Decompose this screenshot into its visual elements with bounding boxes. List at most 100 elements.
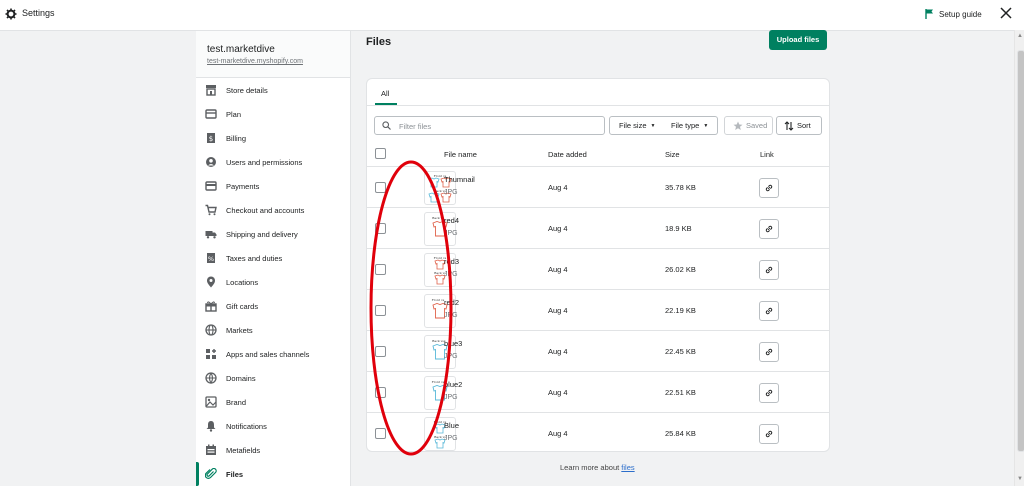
scroll-down-icon[interactable]: ▼ <box>1017 476 1023 482</box>
column-header-link: Link <box>760 150 774 159</box>
sidebar-item-locations[interactable]: Locations <box>196 270 350 294</box>
file-date: Aug 4 <box>548 388 568 397</box>
column-header-date-added[interactable]: Date added <box>548 150 587 159</box>
copy-link-button[interactable] <box>759 383 779 403</box>
file-date: Aug 4 <box>548 306 568 315</box>
sidebar-item-gift-cards[interactable]: Gift cards <box>196 294 350 318</box>
users-icon <box>206 157 216 167</box>
truck-icon <box>205 231 217 239</box>
copy-link-button[interactable] <box>759 219 779 239</box>
domains-icon <box>205 372 217 384</box>
globe-icon <box>205 324 217 336</box>
flag-icon <box>925 9 933 19</box>
file-size: 25.84 KB <box>665 429 696 438</box>
file-size-label: File size <box>619 121 647 130</box>
window-title: Settings <box>22 8 55 18</box>
copy-link-button[interactable] <box>759 424 779 444</box>
store-url-link[interactable]: test-marketdive.myshopify.com <box>207 58 303 65</box>
sidebar-item-apps[interactable]: Apps and sales channels <box>196 342 350 366</box>
sidebar-item-label: Metafields <box>226 446 261 455</box>
top-bar: Settings Setup guide <box>0 0 1024 31</box>
tab-all[interactable]: All <box>381 89 389 98</box>
sidebar-item-label: Notifications <box>226 422 267 431</box>
sidebar-item-plan[interactable]: Plan <box>196 102 350 126</box>
link-icon <box>765 307 773 315</box>
sidebar-item-files[interactable]: Files <box>196 462 350 486</box>
file-size: 26.02 KB <box>665 265 696 274</box>
filter-field[interactable] <box>374 116 605 135</box>
sidebar-item-markets[interactable]: Markets <box>196 318 350 342</box>
plan-icon <box>205 109 217 119</box>
sidebar-item-label: Domains <box>226 374 256 383</box>
billing-icon: $ <box>207 133 215 143</box>
page-title: Files <box>366 36 392 48</box>
saved-label: Saved <box>746 121 768 130</box>
gear-icon <box>5 8 17 20</box>
brand-icon <box>205 396 217 408</box>
sidebar-item-label: Checkout and accounts <box>226 206 305 215</box>
scrollbar-thumb[interactable] <box>1017 50 1024 452</box>
sidebar-item-users[interactable]: Users and permissions <box>196 150 350 174</box>
file-size-dropdown[interactable]: File size ▼ <box>609 116 663 135</box>
sidebar-item-label: Markets <box>226 326 253 335</box>
sidebar-item-domains[interactable]: Domains <box>196 366 350 390</box>
file-size: 22.45 KB <box>665 347 696 356</box>
paperclip-icon <box>205 468 217 479</box>
link-icon <box>765 430 773 438</box>
cart-icon <box>205 204 217 216</box>
sidebar-item-payments[interactable]: Payments <box>196 174 350 198</box>
filter-input[interactable] <box>397 119 601 133</box>
column-header-size[interactable]: Size <box>665 150 680 159</box>
saved-button[interactable]: Saved <box>724 116 773 135</box>
copy-link-button[interactable] <box>759 342 779 362</box>
metafields-icon <box>206 444 216 455</box>
link-icon <box>765 184 773 192</box>
link-icon <box>765 225 773 233</box>
svg-text:%: % <box>208 255 214 263</box>
file-date: Aug 4 <box>548 183 568 192</box>
copy-link-button[interactable] <box>759 178 779 198</box>
sidebar-item-billing[interactable]: $ Billing <box>196 126 350 150</box>
apps-icon <box>206 349 216 359</box>
sidebar-item-label: Billing <box>226 134 247 143</box>
learn-more-text: Learn more about files <box>560 463 635 472</box>
sort-label: Sort <box>797 121 811 130</box>
sidebar-item-label: Store details <box>226 86 268 95</box>
sidebar-item-label: Shipping and delivery <box>226 230 298 239</box>
sidebar-item-checkout[interactable]: Checkout and accounts <box>196 198 350 222</box>
close-icon[interactable] <box>999 6 1013 20</box>
sort-button[interactable]: Sort <box>776 116 822 135</box>
link-icon <box>765 266 773 274</box>
caret-down-icon: ▼ <box>650 123 656 129</box>
file-size: 22.51 KB <box>665 388 696 397</box>
setup-guide-link[interactable]: Setup guide <box>939 10 982 19</box>
sidebar-item-taxes[interactable]: % Taxes and duties <box>196 246 350 270</box>
star-icon <box>733 121 743 130</box>
file-size: 35.78 KB <box>665 183 696 192</box>
sidebar-item-label: Files <box>226 470 244 479</box>
sidebar-item-brand[interactable]: Brand <box>196 390 350 414</box>
files-help-link[interactable]: files <box>621 463 634 472</box>
tab-divider <box>367 105 829 106</box>
sidebar-item-notifications[interactable]: Notifications <box>196 414 350 438</box>
link-icon <box>765 389 773 397</box>
copy-link-button[interactable] <box>759 260 779 280</box>
sidebar-item-metafields[interactable]: Metafields <box>196 438 350 462</box>
sidebar-item-label: Users and permissions <box>226 158 303 167</box>
sidebar-item-shipping[interactable]: Shipping and delivery <box>196 222 350 246</box>
store-header: test.marketdive test-marketdive.myshopif… <box>196 31 350 78</box>
bell-icon <box>206 421 216 432</box>
sidebar-item-label: Locations <box>226 278 259 287</box>
upload-files-button[interactable]: Upload files <box>769 30 827 50</box>
file-type-dropdown[interactable]: File type ▼ <box>662 116 718 135</box>
payments-icon <box>205 181 217 191</box>
scrollbar[interactable]: ▲ ▼ <box>1014 30 1024 486</box>
sidebar-item-store-details[interactable]: Store details <box>196 78 350 102</box>
active-indicator <box>196 462 199 486</box>
settings-sidebar: test.marketdive test-marketdive.myshopif… <box>196 31 351 486</box>
link-icon <box>765 348 773 356</box>
copy-link-button[interactable] <box>759 301 779 321</box>
scroll-up-icon[interactable]: ▲ <box>1017 33 1023 39</box>
file-date: Aug 4 <box>548 224 568 233</box>
tax-icon: % <box>207 253 215 263</box>
